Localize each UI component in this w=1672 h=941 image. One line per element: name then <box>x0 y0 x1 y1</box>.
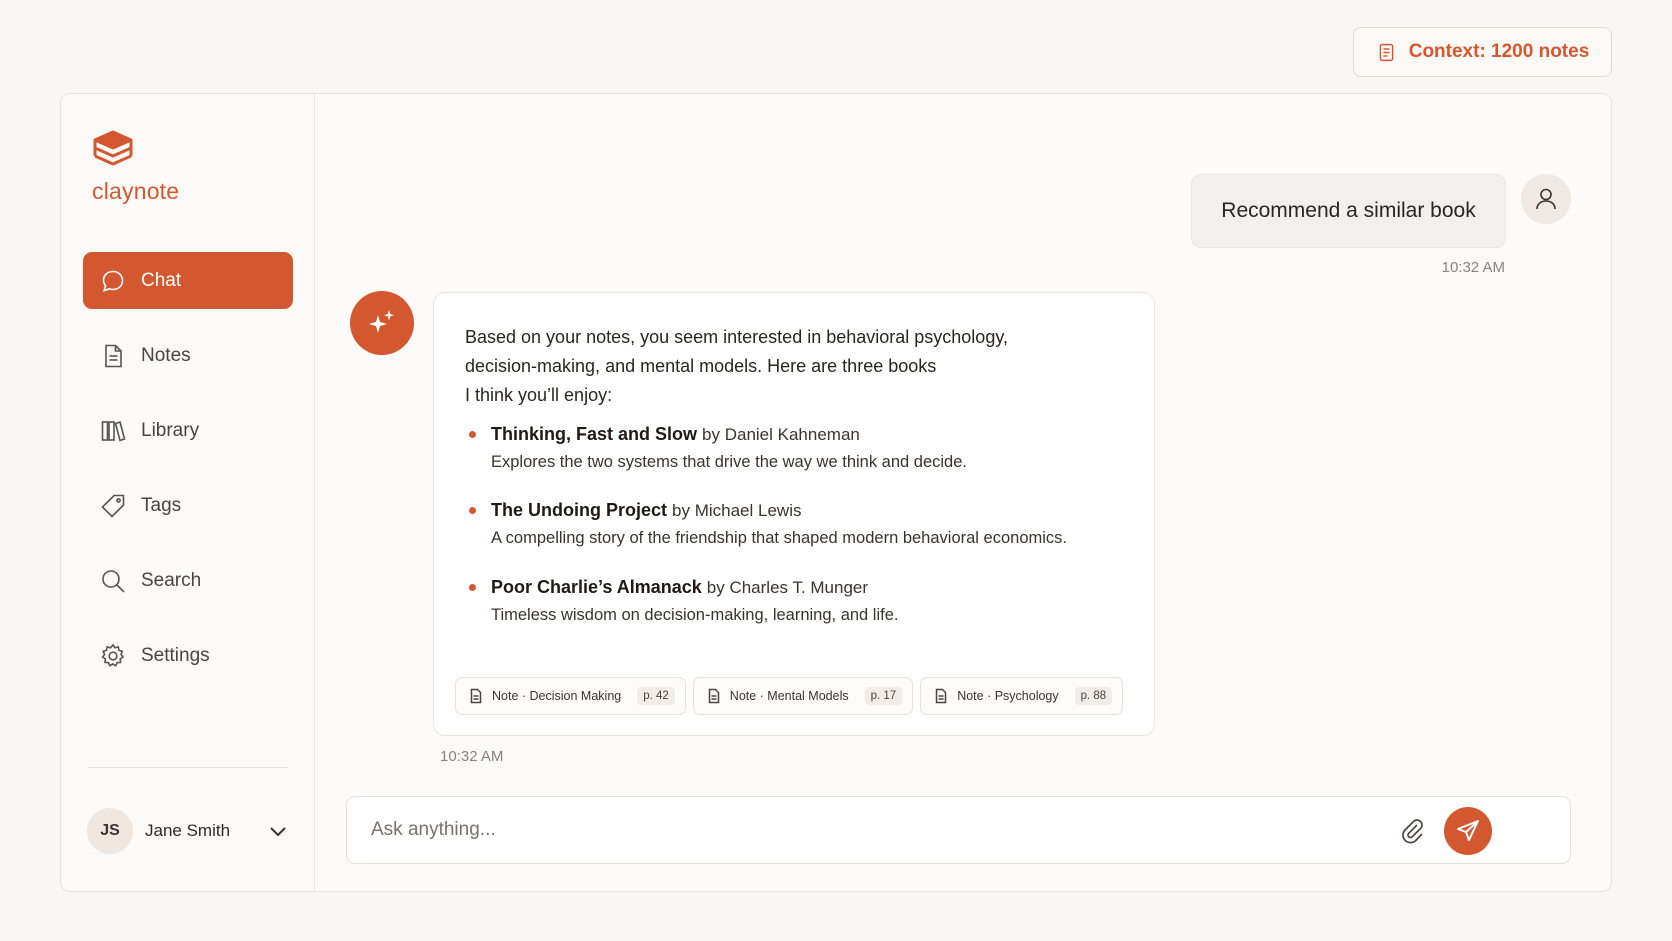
book-recommendation: Thinking, Fast and Slow by Daniel Kahnem… <box>469 421 1131 476</box>
ai-intro-line: decision-making, and mental models. Here… <box>465 356 937 376</box>
person-icon <box>1536 188 1556 210</box>
book-title: Poor Charlie’s Almanack <box>491 577 702 597</box>
chevron-down-icon[interactable] <box>267 820 289 842</box>
sidebar-item-label: Notes <box>141 344 191 366</box>
book-description: A compelling story of the friendship tha… <box>491 529 1067 547</box>
gear-icon <box>101 643 125 667</box>
sidebar-item-label: Settings <box>141 644 210 666</box>
sidebar: claynote Chat Notes Library Tags Search <box>61 94 315 891</box>
app-window: claynote Chat Notes Library Tags Search <box>60 93 1612 892</box>
source-chip[interactable]: Note · Decision Making p. 42 <box>455 677 686 715</box>
source-chip[interactable]: Note · Psychology p. 88 <box>920 677 1124 715</box>
sidebar-item-notes[interactable]: Notes <box>83 327 293 384</box>
source-chip-page: p. 42 <box>637 687 675 705</box>
book-title: Thinking, Fast and Slow <box>491 424 698 444</box>
source-chip-label: Note · Decision Making <box>492 689 622 703</box>
sidebar-nav: Chat Notes Library Tags Search Settings <box>83 252 293 702</box>
user-menu[interactable]: JS Jane Smith <box>87 806 289 856</box>
book-stack-icon <box>93 130 133 166</box>
user-avatar <box>1521 174 1571 224</box>
ai-avatar <box>350 291 414 355</box>
book-author: by Charles T. Munger <box>706 578 869 597</box>
context-label: Context: 1200 notes <box>1408 41 1590 62</box>
document-icon <box>105 344 122 367</box>
book-recommendation: The Undoing Project by Michael Lewis A c… <box>469 497 1131 552</box>
sidebar-item-label: Search <box>141 569 202 591</box>
source-chip[interactable]: Note · Mental Models p. 17 <box>692 677 914 715</box>
avatar: JS <box>87 808 133 854</box>
book-title: The Undoing Project <box>491 500 668 520</box>
bullet <box>469 431 476 438</box>
source-chip-page: p. 88 <box>1074 687 1113 705</box>
ai-intro-line: Based on your notes, you seem interested… <box>465 327 1008 347</box>
source-chip-page: p. 17 <box>864 687 903 705</box>
document-icon <box>470 688 482 704</box>
book-author: by Daniel Kahneman <box>702 425 860 444</box>
user-message-time: 10:32 AM <box>1441 259 1505 276</box>
document-icon <box>708 688 720 704</box>
book-recommendation: Poor Charlie’s Almanack by Charles T. Mu… <box>469 574 1131 629</box>
paperclip-icon <box>1402 819 1423 844</box>
chat-bubble-icon <box>102 270 124 292</box>
sparkles-icon <box>369 310 394 333</box>
ai-intro-text: Based on your notes, you seem interested… <box>465 323 1115 410</box>
sidebar-item-library[interactable]: Library <box>83 402 293 459</box>
book-description: Explores the two systems that drive the … <box>491 453 967 471</box>
message-input[interactable] <box>371 797 1371 863</box>
context-notes-button[interactable]: Context: 1200 notes <box>1353 27 1612 77</box>
source-chips: Note · Decision Making p. 42 Note · Ment… <box>455 677 1124 715</box>
sidebar-divider <box>87 767 289 768</box>
sidebar-item-label: Tags <box>141 494 182 516</box>
sidebar-item-label: Library <box>141 419 200 441</box>
tag-icon <box>101 494 125 518</box>
book-description: Timeless wisdom on decision-making, lear… <box>491 606 899 624</box>
brand-name: claynote <box>92 178 180 204</box>
source-chip-label: Note · Mental Models <box>729 689 849 703</box>
user-message-bubble: Recommend a similar book <box>1191 174 1506 248</box>
send-button[interactable] <box>1444 807 1492 855</box>
search-icon <box>102 569 125 593</box>
message-composer <box>346 796 1571 864</box>
sidebar-item-search[interactable]: Search <box>83 552 293 609</box>
sidebar-item-label: Chat <box>141 269 182 291</box>
ai-message-time: 10:32 AM <box>440 748 504 765</box>
sidebar-item-settings[interactable]: Settings <box>83 627 293 684</box>
bullet <box>469 584 476 591</box>
bullet <box>469 507 476 514</box>
user-name: Jane Smith <box>145 821 231 840</box>
sidebar-item-tags[interactable]: Tags <box>83 477 293 534</box>
chat-panel: Recommend a similar book 10:32 AM Based … <box>315 94 1611 891</box>
notes-document-icon <box>1379 43 1394 61</box>
claynote-logo[interactable] <box>91 128 135 168</box>
document-icon <box>935 688 947 704</box>
attach-button[interactable] <box>1397 815 1427 845</box>
library-icon <box>101 420 126 442</box>
send-icon <box>1457 820 1479 841</box>
ai-message-card: Based on your notes, you seem interested… <box>433 292 1155 736</box>
book-author: by Michael Lewis <box>672 501 802 520</box>
ai-intro-line: I think you’ll enjoy: <box>465 385 613 405</box>
sidebar-item-chat[interactable]: Chat <box>83 252 293 309</box>
source-chip-label: Note · Psychology <box>957 689 1059 703</box>
